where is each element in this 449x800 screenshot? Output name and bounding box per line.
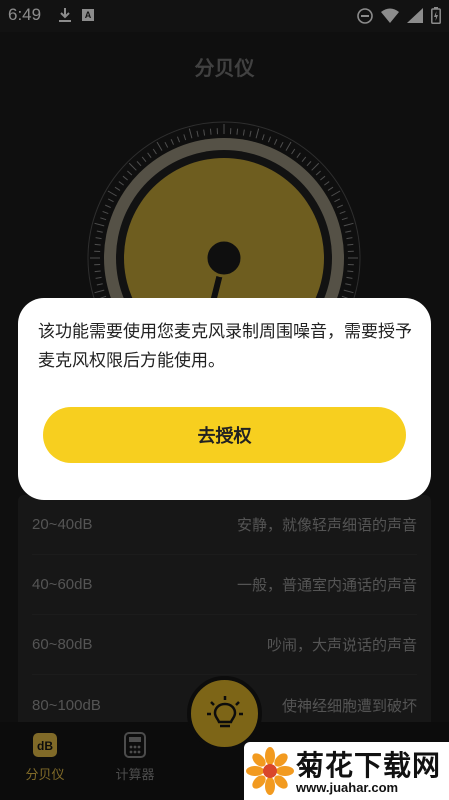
authorize-button[interactable]: 去授权 — [43, 407, 406, 463]
flower-logo-icon — [246, 747, 294, 795]
dialog-message: 该功能需要使用您麦克风录制周围噪音，需要授予麦克风权限后方能使用。 — [38, 322, 412, 371]
watermark-url: www.juahar.com — [296, 780, 399, 795]
permission-dialog: 该功能需要使用您麦克风录制周围噪音，需要授予麦克风权限后方能使用。 去授权 — [18, 298, 431, 500]
watermark-title: 菊花下载网 — [296, 749, 442, 782]
watermark: 菊花下载网 www.juahar.com — [244, 742, 449, 800]
